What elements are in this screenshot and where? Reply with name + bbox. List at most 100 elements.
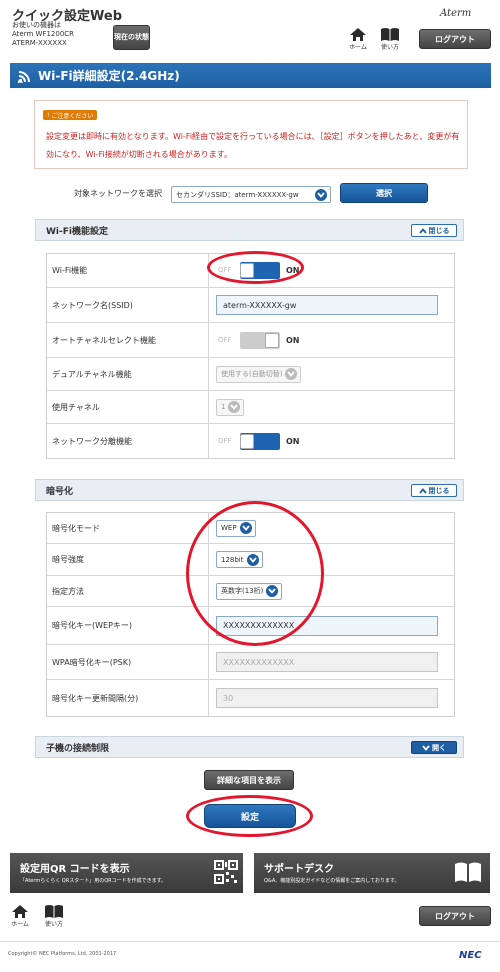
header: クイック設定Web お使いの機器は Aterm WF1200CR ATERM-X… (0, 0, 500, 57)
dual-channel-select[interactable]: 使用する(自動切替) (216, 365, 302, 383)
wep-key-label: 暗号化キー(WEPキー) (47, 607, 209, 644)
chevron-down-icon (285, 368, 298, 380)
footer-logout-button[interactable]: ログアウト (419, 906, 491, 926)
dual-channel-label: デュアルチャネル機能 (47, 358, 209, 390)
chevron-down-icon (266, 585, 279, 597)
table-row: デュアルチャネル機能 使用する(自動切替) (47, 358, 454, 391)
ssid-input[interactable]: aterm-XXXXXX-gw (216, 295, 438, 315)
encryption-section-title: 暗号化 (46, 486, 74, 497)
toggle-on-label: ON (286, 436, 300, 446)
client-section-open-button[interactable]: 開く (411, 741, 457, 754)
help-label: 使い方 (380, 44, 399, 51)
client-section-title: 子機の接続制限 (46, 743, 110, 754)
toggle-knob (265, 332, 279, 348)
chevron-down-icon (228, 401, 241, 413)
home-icon (350, 28, 366, 41)
channel-value: 1 (221, 403, 226, 411)
key-method-label: 指定方法 (47, 576, 209, 606)
channel-select[interactable]: 1 (216, 398, 245, 416)
home-label: ホーム (349, 44, 367, 51)
footer-help-button[interactable]: 使い方 (44, 904, 64, 928)
support-card-title: サポートデスク (264, 864, 334, 875)
chevron-up-icon (418, 487, 427, 494)
encryption-mode-value: WEP (221, 524, 237, 532)
page-title: Wi-Fi詳細設定(2.4GHz) (38, 69, 180, 83)
support-desk-card[interactable]: サポートデスク Q&A、機能別設定ガイドなどの情報をご案内しております。 (254, 853, 490, 893)
separation-label: ネットワーク分離機能 (47, 424, 209, 458)
table-row: 使用チャネル 1 (47, 391, 454, 424)
target-network-label: 対象ネットワークを選択 (74, 189, 162, 198)
chevron-down-icon (239, 522, 252, 534)
table-row: オートチャネルセレクト機能 OFF ON (47, 323, 454, 358)
close-label: 閉じる (428, 226, 450, 235)
table-row: 暗号強度 128bit (47, 544, 454, 576)
device-name: ATERM-XXXXXX (12, 39, 67, 47)
toggle-knob (240, 433, 254, 449)
support-card-subtitle: Q&A、機能別設定ガイドなどの情報をご案内しております。 (264, 878, 400, 884)
encryption-strength-label: 暗号強度 (47, 544, 209, 575)
copyright: Copyright© NEC Platforms, Ltd. 2001-2017 (8, 951, 117, 957)
toggle-on-label: ON (286, 335, 300, 345)
key-method-select[interactable]: 英数字(13桁) (216, 582, 283, 600)
status-button[interactable]: 現在の状態 (113, 25, 150, 50)
table-row: ネットワーク名(SSID) aterm-XXXXXX-gw (47, 288, 454, 323)
encryption-strength-value: 128bit (221, 555, 244, 564)
dual-channel-value: 使用する(自動切替) (221, 370, 283, 378)
table-row: 暗号化キー(WEPキー) XXXXXXXXXXXXX (47, 607, 454, 645)
chevron-down-icon (422, 744, 430, 751)
toggle-off-label: OFF (218, 436, 232, 445)
wifi-function-label: Wi-Fi機能 (47, 254, 209, 287)
client-restriction-section-header: 子機の接続制限 開く (35, 736, 464, 758)
auto-channel-toggle[interactable]: OFF ON (216, 331, 304, 349)
separation-toggle[interactable]: OFF ON (216, 432, 304, 450)
qr-code-icon (214, 860, 238, 884)
open-label: 開く (432, 743, 446, 752)
chevron-down-icon (315, 188, 327, 201)
nec-logo: NEC (459, 950, 482, 961)
wifi-section-title: Wi-Fi機能設定 (46, 226, 108, 237)
book-icon (381, 28, 399, 41)
ssid-label: ネットワーク名(SSID) (47, 288, 209, 322)
table-row: 暗号化キー更新間隔(分) 30 (47, 680, 454, 716)
notice-badge: ! ご注意ください (43, 110, 98, 120)
psk-label: WPA暗号化キー(PSK) (47, 645, 209, 679)
encryption-mode-select[interactable]: WEP (216, 519, 256, 537)
book-icon (45, 905, 63, 918)
logout-button[interactable]: ログアウト (419, 29, 491, 49)
qr-code-card[interactable]: 設定用QR コードを表示 「Atermらくらく QRスタート」用のQRコードを作… (10, 853, 243, 893)
help-button[interactable]: 使い方 (380, 27, 400, 51)
footer-home-label: ホーム (11, 921, 29, 928)
wifi-icon (18, 70, 30, 83)
target-network-select[interactable]: セカンダリSSID：aterm-XXXXXX-gw (171, 186, 331, 203)
notice-text: 設定変更は即時に有効となります。Wi-Fi経由で設定を行っている場合には、［設定… (46, 132, 460, 159)
wifi-section-close-button[interactable]: 閉じる (411, 224, 457, 237)
footer-help-label: 使い方 (44, 921, 63, 928)
qr-card-title: 設定用QR コードを表示 (20, 864, 130, 875)
toggle-on-label: ON (286, 266, 300, 275)
chevron-up-icon (418, 227, 427, 234)
wifi-function-toggle[interactable]: OFF ON (216, 262, 304, 279)
target-network-value: セカンダリSSID：aterm-XXXXXX-gw (176, 190, 299, 199)
key-interval-input[interactable]: 30 (216, 688, 438, 708)
toggle-knob (240, 263, 254, 278)
wifi-settings-table: Wi-Fi機能 OFF ON ネットワーク名(SSID) aterm-XXXXX… (46, 253, 455, 459)
device-line-1: お使いの機器は (12, 21, 61, 29)
show-details-button[interactable]: 詳細な項目を表示 (204, 770, 294, 790)
encryption-section-close-button[interactable]: 閉じる (411, 484, 457, 497)
select-button[interactable]: 選択 (340, 183, 428, 203)
warning-icon: ! (47, 111, 50, 119)
encryption-strength-select[interactable]: 128bit (216, 551, 263, 568)
toggle-track (240, 262, 280, 279)
home-button[interactable]: ホーム (349, 27, 367, 51)
wep-key-input[interactable]: XXXXXXXXXXXXX (216, 615, 438, 636)
notice-badge-label: ご注意ください (51, 112, 94, 120)
channel-label: 使用チャネル (47, 391, 209, 423)
key-method-value: 英数字(13桁) (221, 587, 264, 595)
close-label: 閉じる (428, 486, 450, 495)
qr-card-subtitle: 「Atermらくらく QRスタート」用のQRコードを作成できます。 (20, 878, 167, 884)
footer-home-button[interactable]: ホーム (11, 904, 29, 928)
key-interval-label: 暗号化キー更新間隔(分) (47, 680, 209, 716)
apply-button[interactable]: 設定 (204, 804, 296, 828)
psk-input[interactable]: XXXXXXXXXXXXX (216, 652, 438, 672)
wifi-settings-section-header: Wi-Fi機能設定 閉じる (35, 219, 464, 241)
